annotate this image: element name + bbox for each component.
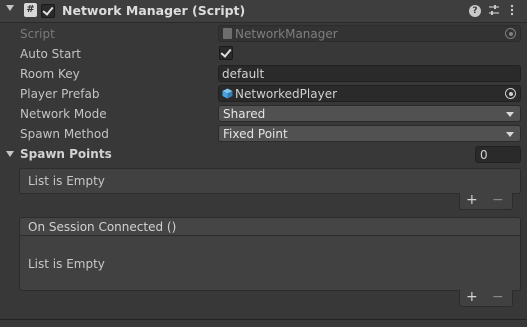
event-list-footer: + −: [459, 290, 513, 307]
remove-button[interactable]: −: [492, 193, 504, 208]
spawn-points-label[interactable]: Spawn Points: [20, 147, 112, 161]
auto-start-checkbox[interactable]: [219, 46, 233, 60]
spawn-points-size-input[interactable]: 0: [475, 146, 521, 163]
spawn-points-size-value: 0: [480, 148, 488, 162]
room-key-input[interactable]: default: [218, 65, 521, 82]
divider: [0, 319, 527, 320]
spawn-points-foldout-icon[interactable]: [6, 151, 14, 157]
script-value: NetworkManager: [235, 27, 338, 41]
checkmark-icon: [42, 4, 54, 16]
event-empty-text: List is Empty: [28, 257, 105, 271]
spawn-method-dropdown[interactable]: Fixed Point: [218, 125, 521, 142]
component-enabled-checkbox[interactable]: [41, 4, 55, 18]
component-header[interactable]: # Network Manager (Script) ?: [0, 0, 527, 23]
checkmark-icon: [220, 46, 232, 58]
prefab-cube-icon: [222, 88, 233, 99]
spawn-points-list-footer: + −: [459, 193, 513, 210]
help-icon[interactable]: ?: [469, 5, 481, 17]
player-prefab-field[interactable]: NetworkedPlayer: [218, 85, 521, 102]
event-title: On Session Connected (): [28, 220, 177, 234]
network-mode-value: Shared: [223, 107, 266, 121]
chevron-down-icon: [506, 112, 514, 117]
player-prefab-label: Player Prefab: [20, 87, 100, 101]
add-button[interactable]: +: [466, 290, 478, 305]
presets-icon[interactable]: [488, 4, 500, 18]
component-title: Network Manager (Script): [62, 3, 246, 18]
spawn-points-empty-text: List is Empty: [28, 174, 105, 188]
kebab-menu-icon[interactable]: [506, 4, 518, 18]
add-button[interactable]: +: [466, 193, 478, 208]
script-label: Script: [20, 27, 55, 41]
object-picker-icon[interactable]: [505, 88, 516, 99]
player-prefab-value: NetworkedPlayer: [235, 87, 338, 101]
object-picker-icon: [505, 28, 516, 39]
spawn-method-label: Spawn Method: [20, 127, 109, 141]
remove-button[interactable]: −: [492, 290, 504, 305]
spawn-method-value: Fixed Point: [223, 127, 288, 141]
script-hash-icon: #: [24, 3, 37, 17]
room-key-value: default: [222, 67, 265, 81]
foldout-arrow-icon[interactable]: [6, 5, 14, 11]
network-mode-label: Network Mode: [20, 107, 107, 121]
script-file-icon: [223, 28, 232, 39]
spawn-points-list: List is Empty: [19, 168, 521, 194]
script-field: NetworkManager: [218, 25, 521, 42]
network-mode-dropdown[interactable]: Shared: [218, 105, 521, 122]
event-list: List is Empty: [19, 235, 521, 291]
auto-start-label: Auto Start: [20, 47, 81, 61]
event-header: On Session Connected (): [19, 217, 521, 236]
chevron-down-icon: [506, 132, 514, 137]
room-key-label: Room Key: [20, 67, 80, 81]
